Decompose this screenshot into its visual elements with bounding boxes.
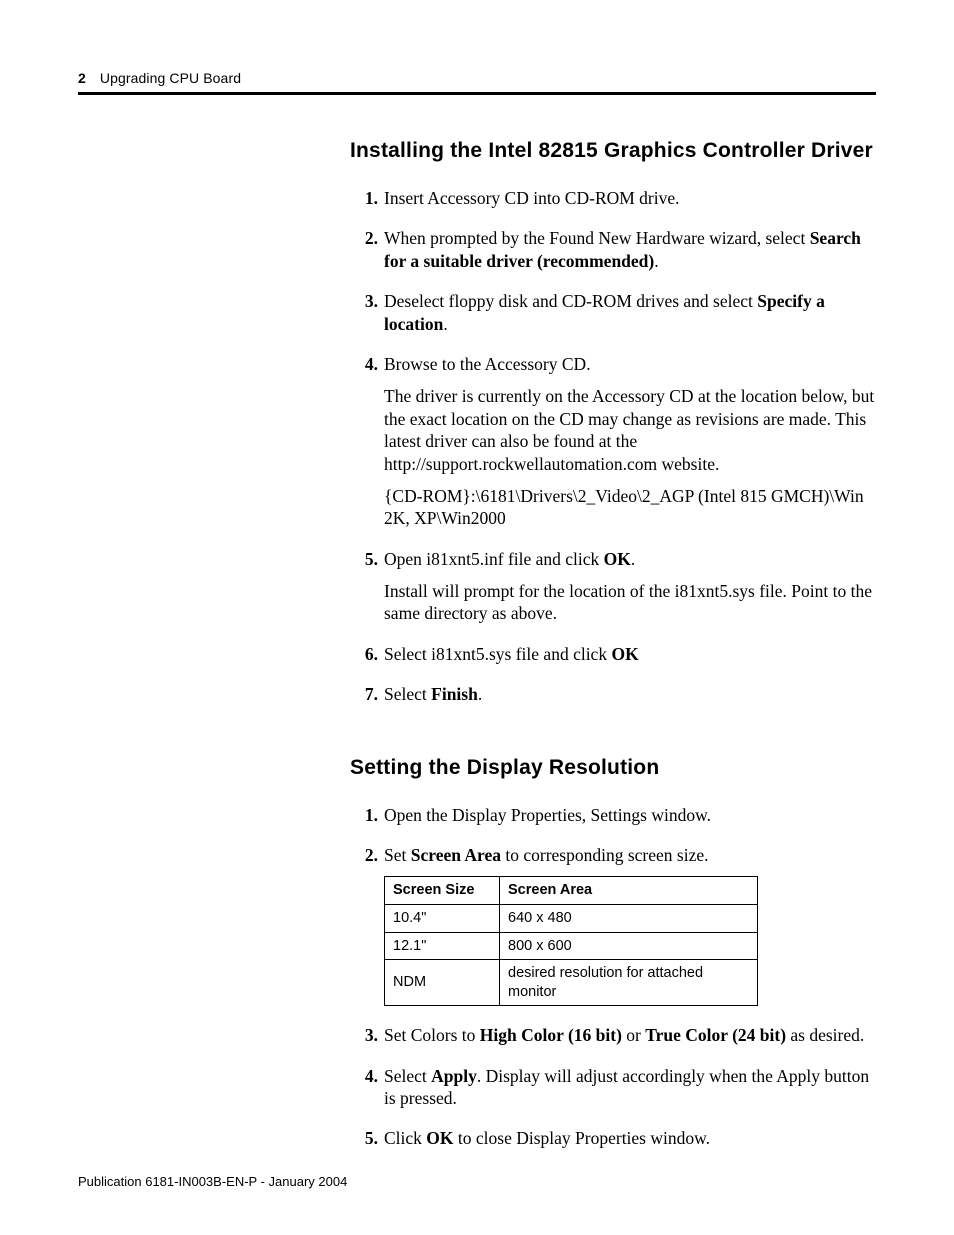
text-run: Set Colors to	[384, 1025, 480, 1045]
text-run: Select	[384, 1066, 431, 1086]
text-run: Install will prompt for the location of …	[384, 581, 872, 623]
header-rule	[78, 92, 876, 95]
step-item: Deselect floppy disk and CD-ROM drives a…	[350, 290, 876, 335]
publication-footer: Publication 6181-IN003B-EN-P - January 2…	[78, 1174, 347, 1189]
table-cell: 640 x 480	[500, 904, 758, 932]
section-heading: Setting the Display Resolution	[350, 756, 876, 780]
text-run: Screen Area	[411, 845, 501, 865]
step-table-wrapper: Screen SizeScreen Area10.4"640 x 48012.1…	[384, 876, 876, 1006]
step-item: Select i81xnt5.sys file and click OK	[350, 643, 876, 665]
table-row: 12.1"800 x 600	[385, 932, 758, 960]
text-run: or	[622, 1025, 645, 1045]
table-cell: NDM	[385, 960, 500, 1006]
table-row: 10.4"640 x 480	[385, 904, 758, 932]
table-header: Screen Area	[500, 877, 758, 905]
steps-list: Insert Accessory CD into CD-ROM drive. Wh…	[350, 187, 876, 706]
step-item: Select Finish.	[350, 683, 876, 705]
resolution-table: Screen SizeScreen Area10.4"640 x 48012.1…	[384, 876, 758, 1006]
text-run: High Color (16 bit)	[480, 1025, 622, 1045]
steps-list: Open the Display Properties, Settings wi…	[350, 804, 876, 1150]
step-item: Open the Display Properties, Settings wi…	[350, 804, 876, 826]
page: 2 Upgrading CPU Board Installing the Inte…	[0, 0, 954, 1235]
step-paragraph: Install will prompt for the location of …	[384, 580, 876, 625]
text-run: to corresponding screen size.	[501, 845, 709, 865]
step-item: Set Screen Area to corresponding screen …	[350, 844, 876, 1006]
table-cell: desired resolution for attached monitor	[500, 960, 758, 1006]
text-run: When prompted by the Found New Hardware …	[384, 228, 810, 248]
text-run: Set	[384, 845, 411, 865]
table-cell: 800 x 600	[500, 932, 758, 960]
text-run: Insert Accessory CD into CD-ROM drive.	[384, 188, 680, 208]
text-run: to close Display Properties window.	[454, 1128, 710, 1148]
step-item: Insert Accessory CD into CD-ROM drive.	[350, 187, 876, 209]
step-paragraph: {CD-ROM}:\6181\Drivers\2_Video\2_AGP (In…	[384, 485, 876, 530]
text-run: {CD-ROM}:\6181\Drivers\2_Video\2_AGP (In…	[384, 486, 864, 528]
text-run: Select i81xnt5.sys file and click	[384, 644, 611, 664]
text-run: .	[443, 314, 447, 334]
text-run: Open i81xnt5.inf file and click	[384, 549, 604, 569]
step-item: Set Colors to High Color (16 bit) or Tru…	[350, 1024, 876, 1046]
table-row: NDMdesired resolution for attached monit…	[385, 960, 758, 1006]
step-item: Browse to the Accessory CD. The driver is…	[350, 353, 876, 530]
text-run: as desired.	[786, 1025, 864, 1045]
step-item: When prompted by the Found New Hardware …	[350, 227, 876, 272]
text-run: OK	[611, 644, 638, 664]
table-cell: 10.4"	[385, 904, 500, 932]
content-column: Installing the Intel 82815 Graphics Cont…	[350, 139, 876, 1150]
section-heading: Installing the Intel 82815 Graphics Cont…	[350, 139, 876, 163]
text-run: Apply	[431, 1066, 477, 1086]
text-run: OK	[426, 1128, 453, 1148]
text-run: True Color (24 bit)	[645, 1025, 786, 1045]
step-item: Open i81xnt5.inf file and click OK. Insta…	[350, 548, 876, 625]
text-run: Browse to the Accessory CD.	[384, 354, 591, 374]
text-run: Finish	[431, 684, 478, 704]
running-header: 2 Upgrading CPU Board	[78, 70, 876, 86]
text-run: The driver is currently on the Accessory…	[384, 386, 874, 473]
text-run: OK	[604, 549, 631, 569]
step-item: Select Apply. Display will adjust accord…	[350, 1065, 876, 1110]
step-item: Click OK to close Display Properties win…	[350, 1127, 876, 1149]
text-run: .	[478, 684, 482, 704]
running-title: Upgrading CPU Board	[100, 70, 241, 86]
text-run: Select	[384, 684, 431, 704]
text-run: Open the Display Properties, Settings wi…	[384, 805, 711, 825]
step-paragraph: The driver is currently on the Accessory…	[384, 385, 876, 475]
table-cell: 12.1"	[385, 932, 500, 960]
text-run: .	[631, 549, 635, 569]
text-run: .	[654, 251, 658, 271]
text-run: Click	[384, 1128, 426, 1148]
table-header: Screen Size	[385, 877, 500, 905]
page-number: 2	[78, 70, 86, 86]
text-run: Deselect floppy disk and CD-ROM drives a…	[384, 291, 757, 311]
